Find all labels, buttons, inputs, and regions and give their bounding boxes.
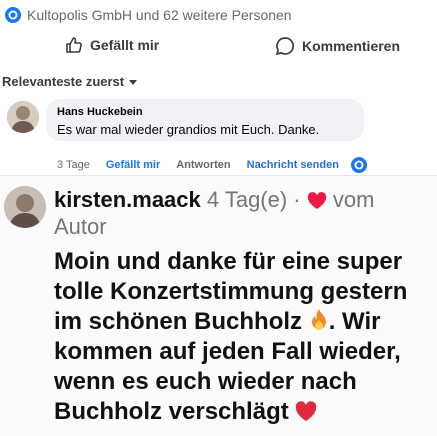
comment-icon <box>275 37 295 56</box>
caret-down-icon <box>129 80 138 85</box>
heart-emoji <box>296 401 317 421</box>
instagram-comment-header: kirsten.maack 4 Tag(e) · vom Autor <box>54 186 426 240</box>
avatar-image <box>4 186 46 228</box>
like-label: Gefällt mir <box>90 37 160 53</box>
comment-time: 4 Tag(e) · <box>206 187 301 212</box>
like-button[interactable]: Gefällt mir <box>65 36 159 54</box>
avatar[interactable] <box>7 101 39 133</box>
avatar[interactable] <box>4 186 46 228</box>
reactions-text: Kultopolis GmbH und 62 weitere Personen <box>27 7 292 23</box>
like-reaction-icon[interactable] <box>350 157 367 173</box>
fire-emoji <box>311 309 326 330</box>
comment-time[interactable]: 3 Tage <box>57 159 90 171</box>
like-reaction-icon <box>5 7 21 23</box>
comment-like-link[interactable]: Gefällt mir <box>106 159 160 171</box>
comment-button[interactable]: Kommentieren <box>275 36 400 56</box>
heart-icon <box>307 192 326 209</box>
sort-dropdown[interactable]: Relevanteste zuerst <box>2 74 138 89</box>
reactions-summary[interactable]: Kultopolis GmbH und 62 weitere Personen <box>5 7 292 23</box>
comment-reply-link[interactable]: Antworten <box>176 159 230 171</box>
comment-text: Es war mal wieder grandios mit Euch. Dan… <box>57 122 320 137</box>
comment-meta: 3 Tage Gefällt mir Antworten Nachricht s… <box>57 157 367 173</box>
comment-label: Kommentieren <box>302 38 401 54</box>
comment-bubble: Hans Huckebein Es war mal wieder grandio… <box>46 99 364 141</box>
send-message-link[interactable]: Nachricht senden <box>247 159 339 171</box>
thumbs-up-icon <box>66 37 82 53</box>
instagram-comment-text: Moin und danke für eine super tolle Konz… <box>54 247 432 427</box>
username[interactable]: kirsten.maack <box>54 187 201 212</box>
sort-label: Relevanteste zuerst <box>2 74 125 89</box>
post-actions: Gefällt mir Kommentieren <box>0 36 437 58</box>
avatar-image <box>7 101 39 133</box>
comment-author[interactable]: Hans Huckebein <box>57 106 143 118</box>
